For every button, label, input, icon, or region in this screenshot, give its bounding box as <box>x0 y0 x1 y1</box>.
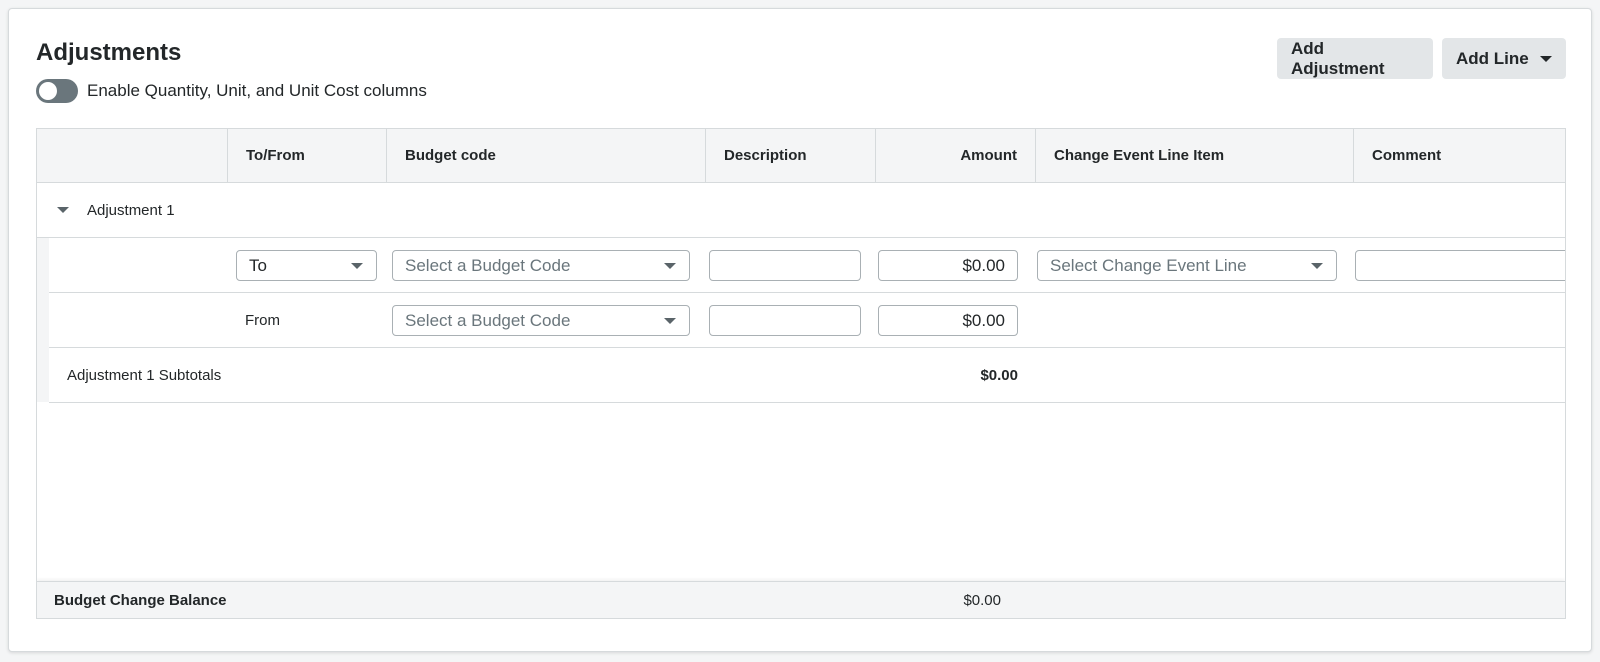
subtotal-value: $0.00 <box>980 366 1018 384</box>
budget-change-balance-row: Budget Change Balance $0.00 <box>37 581 1565 618</box>
to-from-value: To <box>249 255 267 275</box>
column-header-comment: Comment <box>1372 147 1442 164</box>
to-from-select[interactable]: To <box>236 250 377 281</box>
toggle-knob <box>39 82 57 100</box>
chevron-down-icon <box>664 317 676 324</box>
budget-code-select[interactable]: Select a Budget Code <box>392 250 690 281</box>
change-event-line-select[interactable]: Select Change Event Line <box>1037 250 1337 281</box>
add-adjustment-label: Add Adjustment <box>1291 38 1385 78</box>
quantity-columns-toggle[interactable] <box>36 79 78 103</box>
change-event-placeholder: Select Change Event Line <box>1050 255 1247 275</box>
toggle-label: Enable Quantity, Unit, and Unit Cost col… <box>87 81 427 100</box>
page-title: Adjustments <box>36 39 182 66</box>
column-header-amount: Amount <box>876 129 1036 182</box>
column-header-blank <box>37 129 228 182</box>
budget-change-balance-label: Budget Change Balance <box>54 591 227 609</box>
subtotal-label: Adjustment 1 Subtotals <box>67 366 222 384</box>
adjustments-card: Adjustments Enable Quantity, Unit, and U… <box>8 8 1592 652</box>
adjustments-table: To/From Budget code Description Amount C… <box>36 128 1566 619</box>
add-line-label: Add Line <box>1456 48 1529 68</box>
chevron-down-icon <box>664 262 676 269</box>
subtotal-row: Adjustment 1 Subtotals $0.00 <box>49 348 1565 403</box>
add-adjustment-button[interactable]: Add Adjustment <box>1277 38 1433 79</box>
budget-code-select[interactable]: Select a Budget Code <box>392 305 690 336</box>
budget-change-balance-value: $0.00 <box>963 591 1001 609</box>
budget-code-placeholder: Select a Budget Code <box>405 310 571 330</box>
caret-down-icon <box>1540 55 1552 62</box>
column-header-budget-code: Budget code <box>387 129 706 182</box>
column-header-description: Description <box>706 129 876 182</box>
chevron-down-icon <box>1311 262 1323 269</box>
column-header-change-event-line-item: Change Event Line Item <box>1036 129 1354 182</box>
amount-input[interactable]: $0.00 <box>878 305 1018 336</box>
column-header-to-from: To/From <box>228 129 387 182</box>
from-label: From <box>245 311 280 329</box>
budget-code-placeholder: Select a Budget Code <box>405 255 571 275</box>
table-row-from: From Select a Budget Code $0.00 <box>49 293 1565 348</box>
comment-input[interactable] <box>1355 250 1565 281</box>
description-input[interactable] <box>709 305 861 336</box>
collapse-caret-icon[interactable] <box>57 207 69 213</box>
description-input[interactable] <box>709 250 861 281</box>
chevron-down-icon <box>351 262 363 269</box>
adjustment-group-label: Adjustment 1 <box>87 201 175 219</box>
quantity-columns-toggle-row: Enable Quantity, Unit, and Unit Cost col… <box>36 79 427 103</box>
amount-input[interactable]: $0.00 <box>878 250 1018 281</box>
adjustment-group-header: Adjustment 1 <box>57 183 175 237</box>
adjustment-group-row: Adjustment 1 <box>37 183 1565 238</box>
table-header: To/From Budget code Description Amount C… <box>37 129 1565 183</box>
table-row-to: To Select a Budget Code $0.00 Select Cha… <box>49 238 1565 293</box>
add-line-button[interactable]: Add Line <box>1442 38 1566 79</box>
